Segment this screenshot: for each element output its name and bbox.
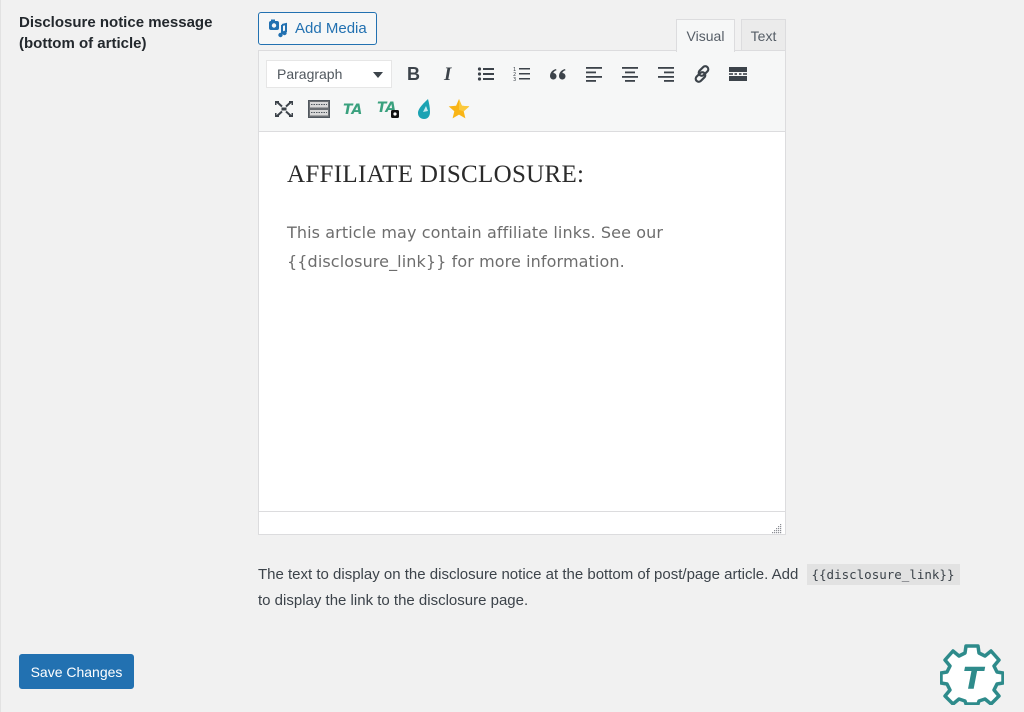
- droplet-icon: [415, 98, 433, 120]
- toolbar-row-1: Paragraph B I 1 2 3: [266, 59, 756, 89]
- svg-text:T: T: [963, 662, 986, 697]
- add-media-button[interactable]: Add Media: [258, 12, 377, 45]
- rich-text-editor: Paragraph B I 1 2 3 TA TA AFFILIATE DISC…: [258, 50, 786, 535]
- resize-handle-icon[interactable]: [772, 521, 782, 534]
- svg-text:TA: TA: [343, 102, 362, 118]
- format-select-value: Paragraph: [277, 66, 343, 82]
- thirstyaffiliates-quick-add-button[interactable]: TA: [371, 94, 406, 124]
- svg-text:B: B: [407, 65, 420, 83]
- svg-text:3: 3: [513, 77, 516, 82]
- blockquote-icon: [549, 66, 567, 82]
- align-center-button[interactable]: [612, 59, 648, 89]
- add-media-icon: [268, 19, 288, 39]
- bold-button[interactable]: B: [396, 59, 432, 89]
- toolbar-toggle-button[interactable]: [301, 94, 336, 124]
- read-more-icon: [729, 66, 747, 82]
- editor-content[interactable]: AFFILIATE DISCLOSURE: This article may c…: [259, 132, 785, 512]
- svg-text:I: I: [443, 65, 452, 83]
- field-description: The text to display on the disclosure no…: [258, 562, 1018, 614]
- tab-text[interactable]: Text: [741, 19, 786, 51]
- numbered-list-icon: 1 2 3: [513, 66, 531, 82]
- editor-statusbar: [259, 511, 785, 534]
- thirstyaffiliates-link-button[interactable]: TA: [336, 94, 371, 124]
- star-icon: [447, 98, 471, 120]
- gear-t-logo-icon: T: [939, 644, 1005, 706]
- content-paragraph: This article may contain affiliate links…: [287, 223, 664, 271]
- link-button[interactable]: [684, 59, 720, 89]
- italic-icon: I: [442, 65, 458, 83]
- thirstyaffiliates-link-icon: TA: [342, 100, 366, 118]
- save-changes-button[interactable]: Save Changes: [19, 654, 134, 689]
- numbered-list-button[interactable]: 1 2 3: [504, 59, 540, 89]
- description-text-before: The text to display on the disclosure no…: [258, 566, 799, 583]
- align-right-icon: [658, 66, 674, 82]
- placeholder-code: {{disclosure_link}}: [806, 564, 960, 585]
- description-text-after: to display the link to the disclosure pa…: [258, 592, 529, 609]
- fullscreen-icon: [274, 100, 294, 118]
- bulleted-list-button[interactable]: [468, 59, 504, 89]
- field-label: Disclosure notice message (bottom of art…: [19, 14, 213, 52]
- chevron-down-icon: [373, 72, 383, 78]
- droplet-button[interactable]: [406, 94, 441, 124]
- tab-visual[interactable]: Visual: [676, 19, 735, 52]
- link-icon: [692, 64, 712, 84]
- align-center-icon: [622, 66, 638, 82]
- editor-toolbar: Paragraph B I 1 2 3 TA TA: [259, 51, 785, 132]
- brand-logo: T: [939, 643, 1005, 706]
- settings-page: Disclosure notice message (bottom of art…: [0, 0, 1024, 712]
- fullscreen-button[interactable]: [266, 94, 301, 124]
- content-heading: AFFILIATE DISCLOSURE:: [287, 161, 585, 188]
- toolbar-toggle-icon: [307, 100, 330, 118]
- italic-button[interactable]: I: [432, 59, 468, 89]
- star-button[interactable]: [441, 94, 476, 124]
- align-left-icon: [586, 66, 602, 82]
- blockquote-button[interactable]: [540, 59, 576, 89]
- add-media-label: Add Media: [295, 20, 367, 37]
- toolbar-row-2: TA TA: [266, 94, 476, 124]
- format-select[interactable]: Paragraph: [266, 60, 392, 88]
- bold-icon: B: [406, 65, 422, 83]
- bulleted-list-icon: [477, 66, 495, 82]
- read-more-button[interactable]: [720, 59, 756, 89]
- align-right-button[interactable]: [648, 59, 684, 89]
- thirstyaffiliates-quick-add-icon: TA: [376, 98, 402, 120]
- align-left-button[interactable]: [576, 59, 612, 89]
